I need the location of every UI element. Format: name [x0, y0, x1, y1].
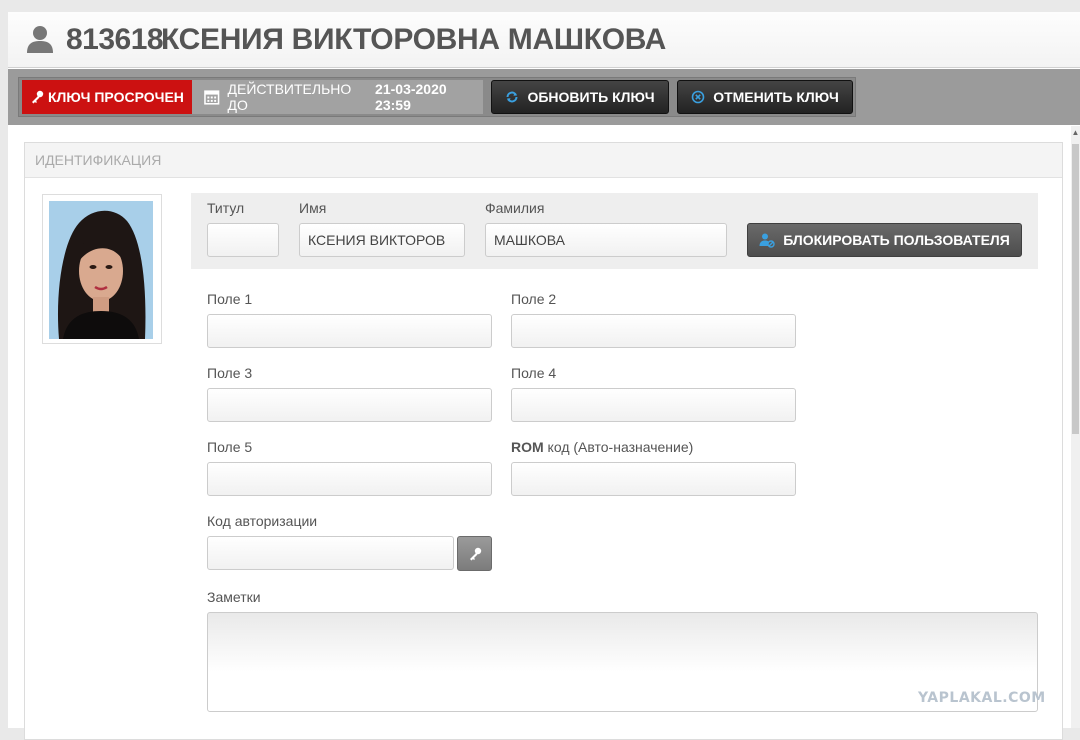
auth-code-input[interactable]: [207, 536, 454, 570]
field4-input[interactable]: [511, 388, 796, 422]
page-title: КСЕНИЯ ВИКТОРОВНА МАШКОВА: [161, 23, 666, 56]
cancel-circle-icon: [691, 90, 705, 104]
first-name-input[interactable]: КСЕНИЯ ВИКТОРОВ: [299, 223, 465, 257]
last-name-label: Фамилия: [485, 200, 545, 216]
scroll-up-icon[interactable]: ▲: [1071, 128, 1080, 140]
rom-label-bold: ROM: [511, 439, 544, 455]
field4-label: Поле 4: [511, 365, 557, 381]
identification-panel: ИДЕНТИФИКАЦИЯ Титул Имя Фамилия КСЕНИЯ В…: [24, 142, 1063, 740]
refresh-icon: [506, 91, 518, 103]
field5-label: Поле 5: [207, 439, 253, 455]
key-toolbar: КЛЮЧ ПРОСРОЧЕН ДЕЙСТВИТЕЛЬНО ДО 21-03-20…: [8, 69, 1080, 125]
scroll-thumb[interactable]: [1072, 144, 1079, 434]
field3-input[interactable]: [207, 388, 492, 422]
field2-label: Поле 2: [511, 291, 557, 307]
key-expired-badge: КЛЮЧ ПРОСРОЧЕН: [22, 80, 192, 114]
scrollbar[interactable]: ▲: [1071, 126, 1080, 728]
calendar-icon: [204, 90, 220, 105]
key-validity: ДЕЙСТВИТЕЛЬНО ДО 21-03-2020 23:59: [192, 80, 483, 114]
field2-input[interactable]: [511, 314, 796, 348]
refresh-key-label: ОБНОВИТЬ КЛЮЧ: [527, 89, 655, 105]
title-input[interactable]: [207, 223, 279, 257]
user-id: 813618: [66, 23, 164, 56]
field3-label: Поле 3: [207, 365, 253, 381]
avatar: [49, 201, 153, 339]
cancel-key-label: ОТМЕНИТЬ КЛЮЧ: [713, 89, 839, 105]
key-status-label: КЛЮЧ ПРОСРОЧЕН: [48, 89, 184, 105]
app-window: 813618 КСЕНИЯ ВИКТОРОВНА МАШКОВА КЛЮЧ ПР…: [8, 12, 1080, 740]
watermark: YAPLAKAL.COM: [918, 690, 1046, 706]
block-user-label: БЛОКИРОВАТЬ ПОЛЬЗОВАТЕЛЯ: [783, 232, 1010, 248]
first-name-label: Имя: [299, 200, 327, 216]
panel-title: ИДЕНТИФИКАЦИЯ: [25, 143, 1062, 178]
notes-textarea[interactable]: [207, 612, 1038, 712]
valid-until-date: 21-03-2020 23:59: [375, 81, 447, 113]
cancel-key-button[interactable]: ОТМЕНИТЬ КЛЮЧ: [677, 80, 853, 114]
field1-label: Поле 1: [207, 291, 253, 307]
page-header: 813618 КСЕНИЯ ВИКТОРОВНА МАШКОВА: [8, 12, 1080, 68]
valid-until-label: ДЕЙСТВИТЕЛЬНО ДО: [227, 81, 352, 113]
notes-label: Заметки: [207, 589, 261, 605]
key-icon: [469, 547, 481, 560]
rom-label-rest: код (Авто-назначение): [543, 439, 694, 455]
refresh-key-button[interactable]: ОБНОВИТЬ КЛЮЧ: [491, 80, 669, 114]
rom-code-input[interactable]: [511, 462, 796, 496]
field1-input[interactable]: [207, 314, 492, 348]
auth-code-label: Код авторизации: [207, 513, 318, 529]
field5-input[interactable]: [207, 462, 492, 496]
user-icon: [27, 26, 53, 53]
rom-code-label: ROM код (Авто-назначение): [511, 439, 693, 455]
title-label: Титул: [207, 200, 245, 216]
key-icon: [32, 90, 44, 104]
block-user-button[interactable]: БЛОКИРОВАТЬ ПОЛЬЗОВАТЕЛЯ: [747, 223, 1022, 257]
generate-auth-code-button[interactable]: [457, 536, 492, 571]
user-block-icon: [759, 233, 775, 248]
user-photo: [42, 194, 162, 344]
last-name-input[interactable]: МАШКОВА: [485, 223, 727, 257]
